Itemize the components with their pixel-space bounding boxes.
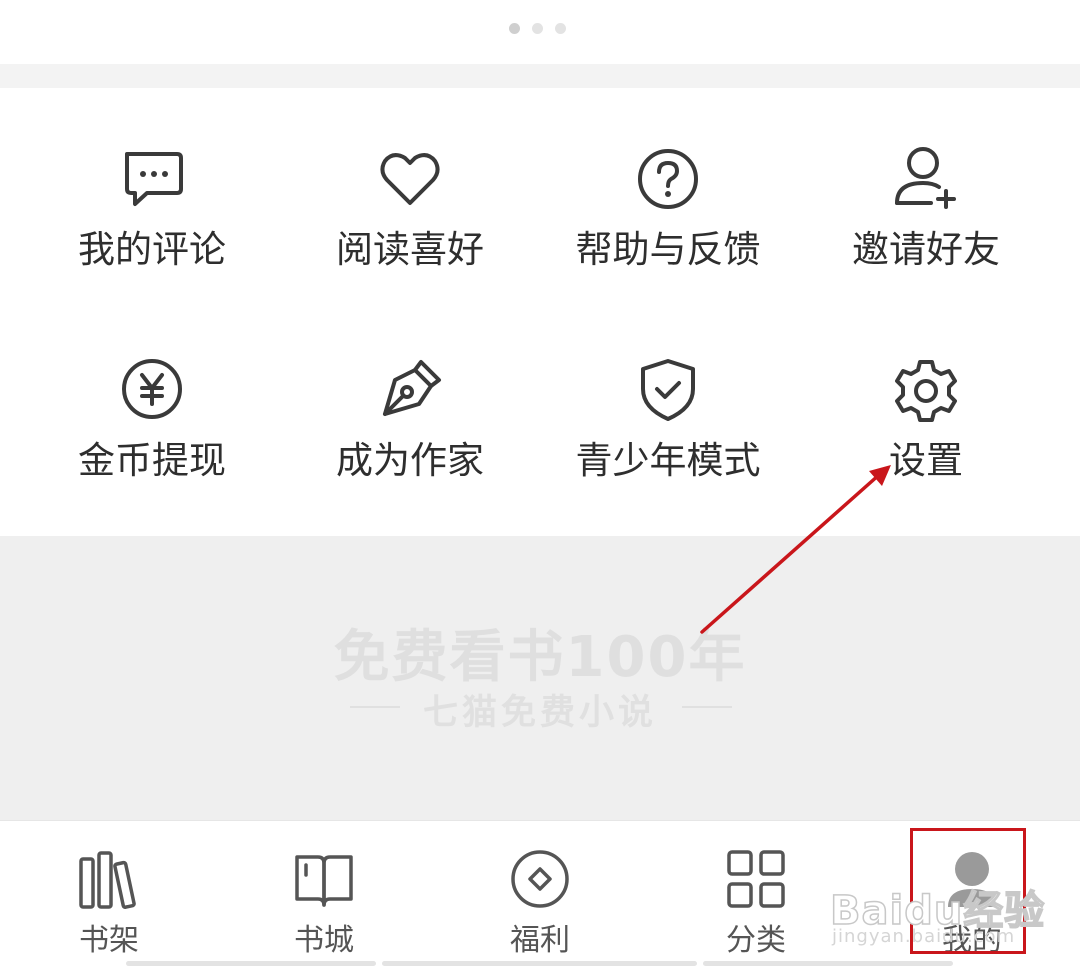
tab-label: 福利 — [510, 923, 570, 958]
menu-item-comments[interactable]: 我的评论 — [17, 145, 287, 335]
carousel-indicator — [509, 23, 566, 34]
add-friend-icon — [891, 145, 961, 215]
menu-item-teen-mode[interactable]: 青少年模式 — [533, 356, 803, 546]
promo-subtitle: 七猫免费小说 — [422, 693, 657, 733]
menu-item-label: 金币提现 — [78, 439, 226, 482]
tab-welfare[interactable]: 福利 — [480, 821, 600, 961]
tab-category[interactable]: 分类 — [696, 821, 816, 961]
menu-item-label: 成为作家 — [336, 439, 484, 482]
tab-bookshelf[interactable]: 书架 — [49, 821, 169, 961]
menu-item-label: 青少年模式 — [575, 439, 761, 482]
menu-item-invite-friends[interactable]: 邀请好友 — [791, 145, 1061, 335]
menu-item-label: 设置 — [889, 439, 963, 482]
menu-item-label: 阅读喜好 — [336, 228, 484, 271]
gear-icon — [891, 356, 961, 426]
menu-item-become-writer[interactable]: 成为作家 — [275, 356, 545, 546]
welfare-icon — [510, 849, 570, 909]
carousel-dot[interactable] — [509, 23, 520, 34]
tab-label: 分类 — [726, 923, 786, 958]
grid-icon — [726, 849, 786, 909]
bookshelf-icon — [79, 849, 139, 909]
promo-banner: 免费看书100年 七猫免费小说 — [0, 536, 1080, 820]
carousel-dot[interactable] — [555, 23, 566, 34]
menu-item-settings[interactable]: 设置 — [791, 356, 1061, 546]
tab-bookstore[interactable]: 书城 — [264, 821, 384, 961]
carousel-area — [0, 0, 1080, 64]
highlight-box — [910, 828, 1026, 954]
menu-item-coin-withdraw[interactable]: 金币提现 — [17, 356, 287, 546]
yuan-coin-icon — [117, 356, 187, 426]
tab-label: 书城 — [294, 923, 354, 958]
book-icon — [294, 849, 354, 909]
tab-label: 书架 — [79, 923, 139, 958]
menu-item-help-feedback[interactable]: 帮助与反馈 — [533, 145, 803, 335]
comment-icon — [117, 145, 187, 215]
help-icon — [633, 145, 703, 215]
home-indicator — [382, 961, 697, 966]
section-divider — [0, 64, 1080, 88]
pen-nib-icon — [375, 356, 445, 426]
promo-title: 免费看书100年 — [333, 625, 747, 690]
shield-check-icon — [633, 356, 703, 426]
menu-item-label: 邀请好友 — [852, 228, 1000, 271]
menu-item-label: 帮助与反馈 — [575, 228, 761, 271]
home-indicator — [703, 961, 953, 966]
menu-item-reading-preference[interactable]: 阅读喜好 — [275, 145, 545, 335]
carousel-dot[interactable] — [532, 23, 543, 34]
menu-item-label: 我的评论 — [78, 228, 226, 271]
home-indicator — [126, 961, 376, 966]
feature-grid: 我的评论 阅读喜好 帮助与反馈 邀请好友 金币提现 成为作家 青少年模式 设置 — [0, 88, 1080, 536]
divider — [682, 706, 732, 708]
heart-icon — [375, 145, 445, 215]
